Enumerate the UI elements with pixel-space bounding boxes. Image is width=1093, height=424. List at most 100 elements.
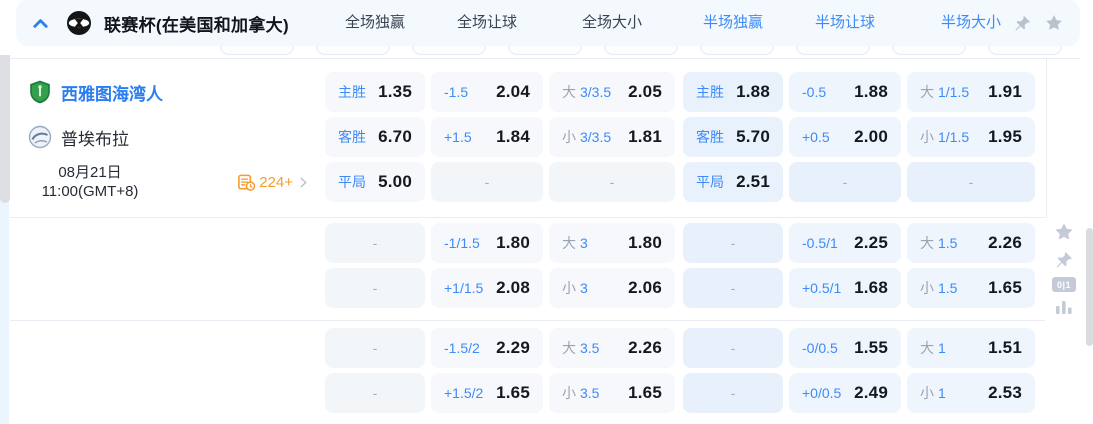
odds-cell[interactable]: 小 3/3.5 1.81 <box>549 117 675 157</box>
overunder-prefix: 大 <box>920 84 934 100</box>
selection-label: +0/0.5 <box>802 385 842 401</box>
overunder-prefix: 大 <box>562 340 576 356</box>
odds-value: 1.65 <box>628 383 662 402</box>
column-header-halftime-1x2: 半场独赢 <box>702 14 763 31</box>
odds-cell[interactable]: -0/0.5 1.55 <box>789 328 901 368</box>
odds-value: 2.29 <box>496 338 530 357</box>
odds-cell-empty: - <box>683 268 783 308</box>
away-team-row[interactable]: 普埃布拉 <box>0 117 325 157</box>
right-scrollbar-thumb[interactable] <box>1086 228 1093 346</box>
overunder-prefix: 小 <box>562 280 576 296</box>
odds-cell-empty: - <box>683 328 783 368</box>
odds-cell[interactable]: -1.5/2 2.29 <box>431 328 543 368</box>
odds-cell[interactable]: 客胜 5.70 <box>683 117 783 157</box>
pushpin-icon[interactable] <box>1013 14 1032 33</box>
odds-cell[interactable]: +0/0.5 2.49 <box>789 373 901 413</box>
odds-cell[interactable]: +1.5/2 1.65 <box>431 373 543 413</box>
odds-cell[interactable]: 小 3 2.06 <box>549 268 675 308</box>
overunder-prefix: 大 <box>562 84 576 100</box>
odds-cell[interactable]: 主胜 1.88 <box>683 72 783 112</box>
odds-cell[interactable]: +0.5 2.00 <box>789 117 901 157</box>
odds-value: 1.80 <box>628 233 662 252</box>
odds-value: 1.80 <box>496 233 530 252</box>
odds-cell[interactable]: 主胜 1.35 <box>325 72 425 112</box>
column-header-fulltime-handicap: 全场让球 <box>456 14 517 31</box>
star-icon[interactable] <box>1053 221 1075 243</box>
odds-value: 2.53 <box>988 383 1022 402</box>
kickoff-datetime: 08月21日 11:00(GMT+8) <box>10 163 170 202</box>
odds-cell-empty: - <box>549 162 675 202</box>
odds-cell[interactable]: 小 1 2.53 <box>907 373 1035 413</box>
left-scrollbar-thumb[interactable] <box>0 55 10 203</box>
odds-cell[interactable]: 大 3.5 2.26 <box>549 328 675 368</box>
odds-cell[interactable]: 小 1.5 1.65 <box>907 268 1035 308</box>
odds-value: 5.00 <box>378 172 412 191</box>
odds-cell[interactable]: 平局 2.51 <box>683 162 783 202</box>
match-info-column: 西雅图海湾人 普埃布拉 08月21日 11:00(GMT+8) 224+ <box>0 72 325 202</box>
stats-bars-icon[interactable] <box>1055 299 1073 315</box>
selection-label: +0.5 <box>802 129 830 145</box>
odds-value: 2.51 <box>736 172 770 191</box>
selection-label: 1/1.5 <box>938 84 970 100</box>
odds-cell[interactable]: 小 3.5 1.65 <box>549 373 675 413</box>
odds-cell[interactable]: 大 1 1.51 <box>907 328 1035 368</box>
match-time-row: 08月21日 11:00(GMT+8) 224+ <box>0 162 325 202</box>
odds-row: - -1/1.5 1.80 大 3 1.80- -0.5/1 2.25 大 1.5 2.26 <box>325 223 1035 263</box>
selection-label: -0.5 <box>802 84 827 100</box>
odds-cell[interactable]: 大 3/3.5 2.05 <box>549 72 675 112</box>
selection-label: 3 <box>580 280 588 296</box>
selection-label: 3.5 <box>580 340 600 356</box>
odds-row: - +1/1.5 2.08 小 3 2.06- +0.5/1 1.68 小 1.5 1.65 <box>325 268 1035 308</box>
selection-label: 1 <box>938 340 946 356</box>
odds-cell[interactable]: +1.5 1.84 <box>431 117 543 157</box>
collapse-league-button[interactable] <box>30 13 50 33</box>
odds-value: 2.08 <box>496 278 530 297</box>
selection-label: 平局 <box>696 174 724 190</box>
score-01-icon[interactable]: 0|1 <box>1052 277 1076 292</box>
odds-cell[interactable]: 小 1/1.5 1.95 <box>907 117 1035 157</box>
overunder-prefix: 大 <box>562 235 576 251</box>
spacer-column <box>0 223 325 308</box>
chevron-up-icon <box>32 18 48 28</box>
odds-cell[interactable]: 客胜 6.70 <box>325 117 425 157</box>
league-logo <box>67 11 91 35</box>
home-team-row[interactable]: 西雅图海湾人 <box>0 72 325 112</box>
selection-label: 1/1.5 <box>938 129 970 145</box>
odds-value: 2.05 <box>628 82 662 101</box>
odds-value: 1.88 <box>736 82 770 101</box>
star-icon[interactable] <box>1044 13 1064 33</box>
column-header-halftime-handicap: 半场让球 <box>814 14 875 31</box>
odds-cell[interactable]: +1/1.5 2.08 <box>431 268 543 308</box>
selection-label: 1.5 <box>938 280 958 296</box>
odds-cell[interactable]: -0.5/1 2.25 <box>789 223 901 263</box>
kickoff-date: 08月21日 <box>58 163 122 181</box>
odds-value: 1.88 <box>854 82 888 101</box>
selection-label: -0.5/1 <box>802 235 838 251</box>
pushpin-icon[interactable] <box>1054 250 1074 270</box>
odds-cell-empty: - <box>431 162 543 202</box>
odds-cell[interactable]: -1/1.5 1.80 <box>431 223 543 263</box>
odds-value: 1.51 <box>988 338 1022 357</box>
odds-cell[interactable]: 大 3 1.80 <box>549 223 675 263</box>
odds-cell[interactable]: -1.5 2.04 <box>431 72 543 112</box>
selection-label: -0/0.5 <box>802 340 838 356</box>
chevron-right-icon <box>300 177 307 187</box>
match-tools-rail: 0|1 <box>1048 221 1080 315</box>
selection-label: -1.5/2 <box>444 340 480 356</box>
selection-label: -1.5 <box>444 84 469 100</box>
odds-cell[interactable]: 平局 5.00 <box>325 162 425 202</box>
odds-value: 2.00 <box>854 127 888 146</box>
odds-cell[interactable]: +0.5/1 1.68 <box>789 268 901 308</box>
away-team-crest-icon <box>28 125 52 149</box>
match-extra-odds-group-1: - -1/1.5 1.80 大 3 1.80- -0.5/1 2.25 大 1.5 2.26- +1/… <box>0 218 1045 308</box>
selection-label: 1 <box>938 385 946 401</box>
more-markets-link[interactable]: 224+ <box>237 173 311 192</box>
selection-label: 平局 <box>338 174 366 190</box>
odds-cell-empty: - <box>325 328 425 368</box>
odds-row: 客胜 6.70 +1.5 1.84 小 3/3.5 1.81 客胜 5.70 +0.5 2.00 小 1… <box>325 117 1035 157</box>
odds-cell-empty: - <box>325 223 425 263</box>
odds-cell[interactable]: -0.5 1.88 <box>789 72 901 112</box>
odds-cell[interactable]: 大 1/1.5 1.91 <box>907 72 1035 112</box>
odds-cell[interactable]: 大 1.5 2.26 <box>907 223 1035 263</box>
away-team-name: 普埃布拉 <box>61 129 129 149</box>
